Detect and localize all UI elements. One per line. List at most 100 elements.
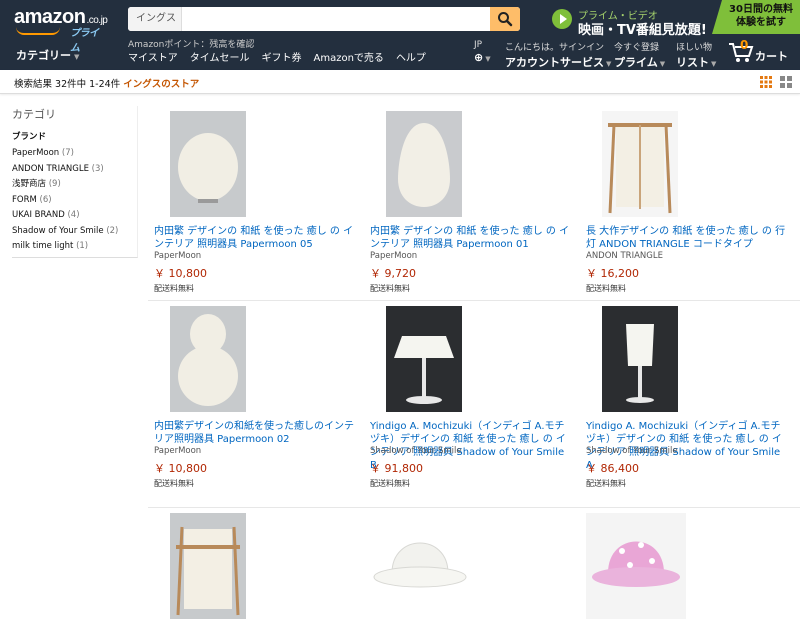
wishlist-menu[interactable]: ほしい物 リスト ▼ bbox=[676, 40, 716, 70]
product-image[interactable] bbox=[170, 306, 246, 412]
product-title-link[interactable]: 長 大作デザインの 和紙 を使った 癒し の 行灯 ANDON TRIANGLE… bbox=[586, 225, 790, 251]
brand-filter-ukai[interactable]: UKAI BRAND (4) bbox=[12, 208, 137, 224]
prime-signup-text: 今すぐ登録 bbox=[614, 43, 660, 53]
categories-menu[interactable]: カテゴリー ▼ bbox=[16, 47, 79, 63]
wishlist-label: リスト bbox=[676, 56, 709, 69]
product-card bbox=[586, 513, 796, 619]
promo-line2: 映画・TV番組見放題! bbox=[578, 23, 707, 38]
product-brand: PaperMoon bbox=[154, 446, 202, 456]
search-category-dropdown[interactable]: イングス▼ bbox=[128, 7, 182, 31]
amazon-logo[interactable]: amazon.co.jp プライム bbox=[14, 6, 108, 54]
categories-label: カテゴリー bbox=[16, 49, 71, 62]
caret-down-icon: ▼ bbox=[659, 60, 666, 68]
product-image[interactable] bbox=[170, 111, 246, 217]
product-price: ￥ 86,400 bbox=[586, 462, 639, 475]
brand-filter-asano[interactable]: 浅野商店 (9) bbox=[12, 177, 137, 193]
search-category-label: イングス bbox=[136, 13, 176, 24]
product-card: 内田繁 デザインの 和紙 を使った 癒し の インテリア 照明器具 Paperm… bbox=[154, 111, 364, 301]
free-trial-banner[interactable]: 30日間の無料体験を試す bbox=[712, 0, 800, 34]
brand-filter-shadow[interactable]: Shadow of Your Smile (2) bbox=[12, 224, 137, 240]
product-brand: PaperMoon bbox=[154, 251, 202, 261]
grid-view-icon[interactable] bbox=[760, 76, 772, 88]
search-button[interactable] bbox=[490, 7, 520, 31]
brand-filter-papermoon[interactable]: PaperMoon (7) bbox=[12, 146, 137, 162]
account-greeting: こんにちは。サインイン bbox=[505, 43, 605, 53]
nav-gift-card[interactable]: ギフト券 bbox=[262, 49, 302, 64]
product-card bbox=[154, 513, 364, 619]
nav-my-store[interactable]: マイストア bbox=[128, 49, 178, 64]
brand-filter-milk-time[interactable]: milk time light (1) bbox=[12, 239, 137, 255]
results-summary: 検索結果 32件中 1-24件 イングスのストア bbox=[14, 76, 199, 90]
product-shipping: 配送料無料 bbox=[586, 479, 626, 488]
language-code: JP bbox=[474, 40, 483, 50]
product-shipping: 配送料無料 bbox=[154, 284, 194, 293]
prime-video-promo[interactable]: プライム・ビデオ 映画・TV番組見放題! bbox=[552, 7, 712, 38]
cart-count: 0 bbox=[740, 38, 749, 52]
product-title-link[interactable]: 内田繁デザインの和紙を使った癒しのインテリア照明器具 Papermoon 02 bbox=[154, 420, 358, 446]
nav-help[interactable]: ヘルプ bbox=[396, 49, 426, 64]
product-price: ￥ 16,200 bbox=[586, 267, 639, 280]
brand-filter-form[interactable]: FORM (6) bbox=[12, 193, 137, 209]
pink-hat-shade-icon bbox=[586, 513, 686, 619]
product-image[interactable] bbox=[386, 306, 462, 412]
search-icon bbox=[498, 12, 513, 27]
product-card: 内田繁 デザインの 和紙 を使った 癒し の インテリア 照明器具 Paperm… bbox=[370, 111, 580, 301]
product-image[interactable] bbox=[586, 513, 686, 619]
product-image[interactable] bbox=[170, 513, 246, 619]
product-card bbox=[370, 513, 580, 619]
mushroom-table-lamp-icon bbox=[386, 306, 462, 412]
category-sidebar: カテゴリ ブランド PaperMoon (7) ANDON TRIANGLE (… bbox=[12, 106, 138, 258]
play-icon bbox=[552, 9, 572, 29]
product-price: ￥ 10,800 bbox=[154, 462, 207, 475]
product-image[interactable] bbox=[602, 111, 678, 217]
account-label: アカウントサービス bbox=[505, 56, 604, 69]
account-menu[interactable]: こんにちは。サインイン アカウントサービス ▼ bbox=[505, 40, 611, 70]
prime-label: プライム bbox=[614, 56, 658, 69]
brand-heading: ブランド bbox=[12, 132, 47, 142]
product-brand: PaperMoon bbox=[370, 251, 418, 261]
product-brand: Shadow of Your Smile bbox=[586, 446, 678, 456]
results-count: 検索結果 32件中 1-24件 bbox=[14, 79, 121, 90]
nav-time-sale[interactable]: タイムセール bbox=[190, 49, 250, 64]
store-link[interactable]: イングスのストア bbox=[123, 79, 199, 90]
cart-button[interactable]: 0 カート bbox=[728, 38, 794, 66]
product-title-link[interactable]: 内田繁 デザインの 和紙 を使った 癒し の インテリア 照明器具 Paperm… bbox=[370, 225, 574, 251]
trial-text: 30日間の無料体験を試す bbox=[729, 4, 793, 28]
sub-navigation: マイストア タイムセール ギフト券 Amazonで売る ヘルプ bbox=[128, 49, 426, 64]
egg-paper-lamp-icon bbox=[386, 111, 462, 217]
product-image[interactable] bbox=[602, 306, 678, 412]
caret-down-icon: ▼ bbox=[606, 60, 612, 68]
globe-icon: ⊕ ▼ bbox=[474, 51, 491, 64]
product-card: Yindigo A. Mochizuki（インディゴ A.モチヅキ）デザインの … bbox=[586, 306, 796, 496]
product-title-link[interactable]: 内田繁 デザインの 和紙 を使った 癒し の インテリア 照明器具 Paperm… bbox=[154, 225, 358, 251]
search-input[interactable] bbox=[183, 7, 491, 31]
nav-sell[interactable]: Amazonで売る bbox=[314, 49, 384, 64]
prime-menu[interactable]: 今すぐ登録 プライム ▼ bbox=[614, 40, 665, 70]
product-card: 内田繁デザインの和紙を使った癒しのインテリア照明器具 Papermoon 02 … bbox=[154, 306, 364, 496]
search-bar: イングス▼ bbox=[128, 7, 520, 31]
product-image[interactable] bbox=[386, 111, 462, 217]
product-shipping: 配送料無料 bbox=[370, 479, 410, 488]
product-card: Yindigo A. Mochizuki（インディゴ A.モチヅキ）デザインの … bbox=[370, 306, 580, 496]
product-card: 長 大作デザインの 和紙 を使った 癒し の 行灯 ANDON TRIANGLE… bbox=[586, 111, 796, 301]
results-bar: 検索結果 32件中 1-24件 イングスのストア bbox=[0, 70, 800, 94]
product-brand: Shadow of Your Smile bbox=[370, 446, 462, 456]
wishlist-small: ほしい物 bbox=[676, 43, 713, 53]
product-shipping: 配送料無料 bbox=[370, 284, 410, 293]
language-selector[interactable]: JP ⊕ ▼ bbox=[474, 40, 491, 64]
product-shipping: 配送料無料 bbox=[586, 284, 626, 293]
large-grid-view-icon[interactable] bbox=[780, 76, 792, 88]
caret-down-icon: ▼ bbox=[74, 53, 80, 61]
white-hat-shade-icon bbox=[370, 513, 470, 619]
caret-down-icon: ▼ bbox=[711, 60, 717, 68]
andon-lamp-icon bbox=[602, 111, 678, 217]
product-price: ￥ 10,800 bbox=[154, 267, 207, 280]
product-brand: ANDON TRIANGLE bbox=[586, 251, 663, 261]
logo-smile-icon bbox=[16, 27, 60, 35]
product-price: ￥ 9,720 bbox=[370, 267, 416, 280]
gourd-paper-lamp-icon bbox=[170, 306, 246, 412]
sidebar-title: カテゴリ bbox=[12, 108, 56, 121]
product-image[interactable] bbox=[370, 513, 470, 619]
product-price: ￥ 91,800 bbox=[370, 462, 423, 475]
brand-filter-andon-triangle[interactable]: ANDON TRIANGLE (3) bbox=[12, 162, 137, 178]
